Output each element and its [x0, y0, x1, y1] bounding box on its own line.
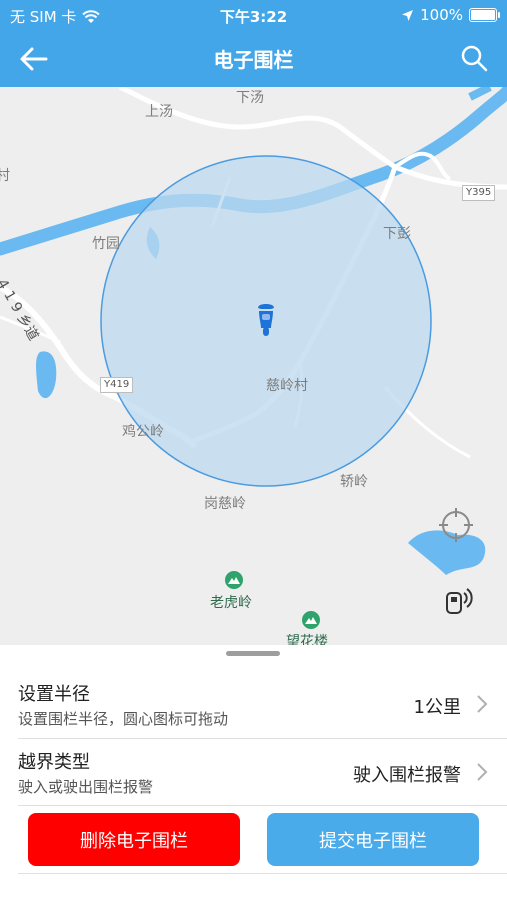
- search-icon[interactable]: [459, 43, 489, 73]
- battery-icon: [469, 8, 500, 22]
- scooter-icon[interactable]: [254, 302, 278, 338]
- divider: [18, 873, 507, 874]
- poi-mountain-icon[interactable]: [225, 571, 243, 589]
- place-label: 岗慈岭: [204, 496, 246, 512]
- map-view[interactable]: 上汤 下汤 村 竹园 下彭 慈岭村 鸡公岭 轿岭 岗慈岭 4 1 9 乡道 Y3…: [0, 87, 507, 645]
- nav-bar: 电子围栏: [0, 30, 507, 87]
- crosshair-icon[interactable]: [438, 507, 474, 543]
- road-tag: Y419: [100, 377, 134, 393]
- location-arrow-icon: [402, 9, 414, 21]
- place-label: 上汤: [145, 104, 173, 120]
- divider: [18, 805, 507, 806]
- status-bar: 无 SIM 卡 下午3:22 100%: [0, 0, 507, 30]
- radius-value: 1公里: [413, 697, 461, 718]
- chevron-right-icon: [477, 763, 488, 781]
- delete-fence-button[interactable]: 删除电子围栏: [28, 813, 240, 866]
- boundary-label: 越界类型: [18, 752, 90, 773]
- device-signal-icon[interactable]: [440, 583, 476, 619]
- submit-fence-button[interactable]: 提交电子围栏: [267, 813, 479, 866]
- place-label: 慈岭村: [266, 378, 308, 394]
- boundary-type-row[interactable]: 越界类型 驶入或驶出围栏报警 驶入围栏报警: [0, 740, 507, 806]
- place-label: 下彭: [383, 226, 411, 242]
- drag-handle[interactable]: [226, 651, 280, 656]
- radius-description: 设置围栏半径，圆心图标可拖动: [18, 710, 229, 728]
- poi-label[interactable]: 望花楼: [286, 631, 328, 645]
- battery-percent: 100%: [420, 6, 463, 24]
- divider: [18, 738, 507, 739]
- place-label: 竹园: [92, 236, 120, 252]
- place-label: 下汤: [236, 90, 264, 106]
- place-label: 轿岭: [340, 474, 368, 490]
- boundary-description: 驶入或驶出围栏报警: [18, 778, 154, 796]
- radius-label: 设置半径: [18, 684, 90, 705]
- road-tag: Y395: [462, 185, 496, 201]
- place-label: 鸡公岭: [122, 424, 164, 440]
- place-label: 村: [0, 168, 10, 184]
- settings-sheet: 设置半径 设置围栏半径，圆心图标可拖动 1公里 越界类型 驶入或驶出围栏报警 驶…: [0, 645, 507, 900]
- boundary-value: 驶入围栏报警: [353, 765, 461, 786]
- page-title: 电子围栏: [213, 48, 294, 72]
- chevron-right-icon: [477, 695, 488, 713]
- radius-setting-row[interactable]: 设置半径 设置围栏半径，圆心图标可拖动 1公里: [0, 672, 507, 738]
- poi-label[interactable]: 老虎岭: [210, 592, 252, 612]
- fence-layer: [100, 155, 432, 487]
- poi-mountain-icon[interactable]: [302, 611, 320, 629]
